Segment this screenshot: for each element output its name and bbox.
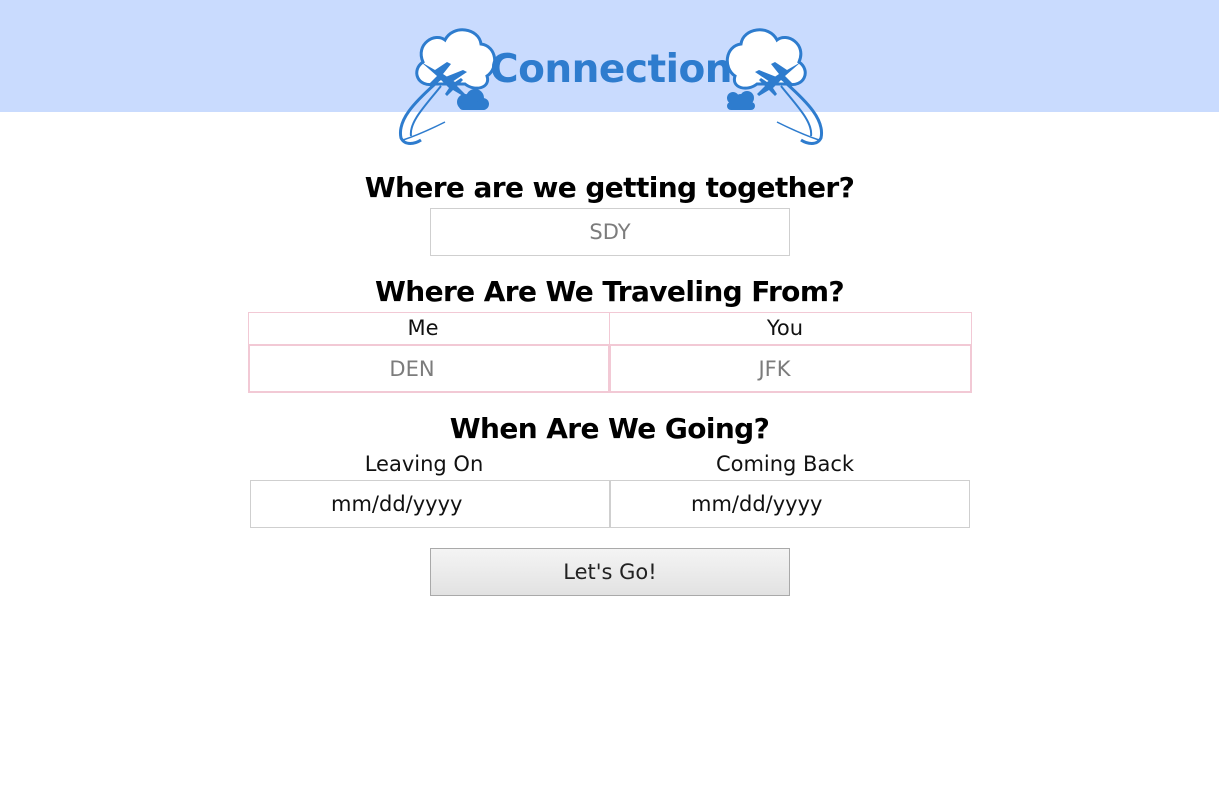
me-label: Me xyxy=(407,316,439,340)
you-label: You xyxy=(766,316,804,340)
your-origin-input[interactable]: JFK xyxy=(609,344,972,393)
logo: Connection xyxy=(395,22,827,148)
destination-placeholder: SDY xyxy=(589,220,631,244)
returning-date-input[interactable]: mm/dd/yyyy xyxy=(610,480,970,528)
origins-heading: Where Are We Traveling From? xyxy=(374,275,845,308)
cloud-airplane-icon xyxy=(725,28,824,145)
destination-input[interactable]: SDY xyxy=(430,208,790,256)
my-origin-input[interactable]: DEN xyxy=(248,344,610,393)
leaving-label: Leaving On xyxy=(364,452,484,476)
leaving-date-value: mm/dd/yyyy xyxy=(331,492,463,516)
leaving-date-input[interactable]: mm/dd/yyyy xyxy=(250,480,610,528)
destination-heading: Where are we getting together? xyxy=(364,171,855,204)
lets-go-button[interactable]: Let's Go! xyxy=(430,548,790,596)
my-origin-placeholder: DEN xyxy=(389,356,435,381)
returning-date-value: mm/dd/yyyy xyxy=(691,492,823,516)
dates-heading: When Are We Going? xyxy=(449,412,770,445)
returning-label: Coming Back xyxy=(715,452,855,476)
your-origin-placeholder: JFK xyxy=(758,356,791,381)
